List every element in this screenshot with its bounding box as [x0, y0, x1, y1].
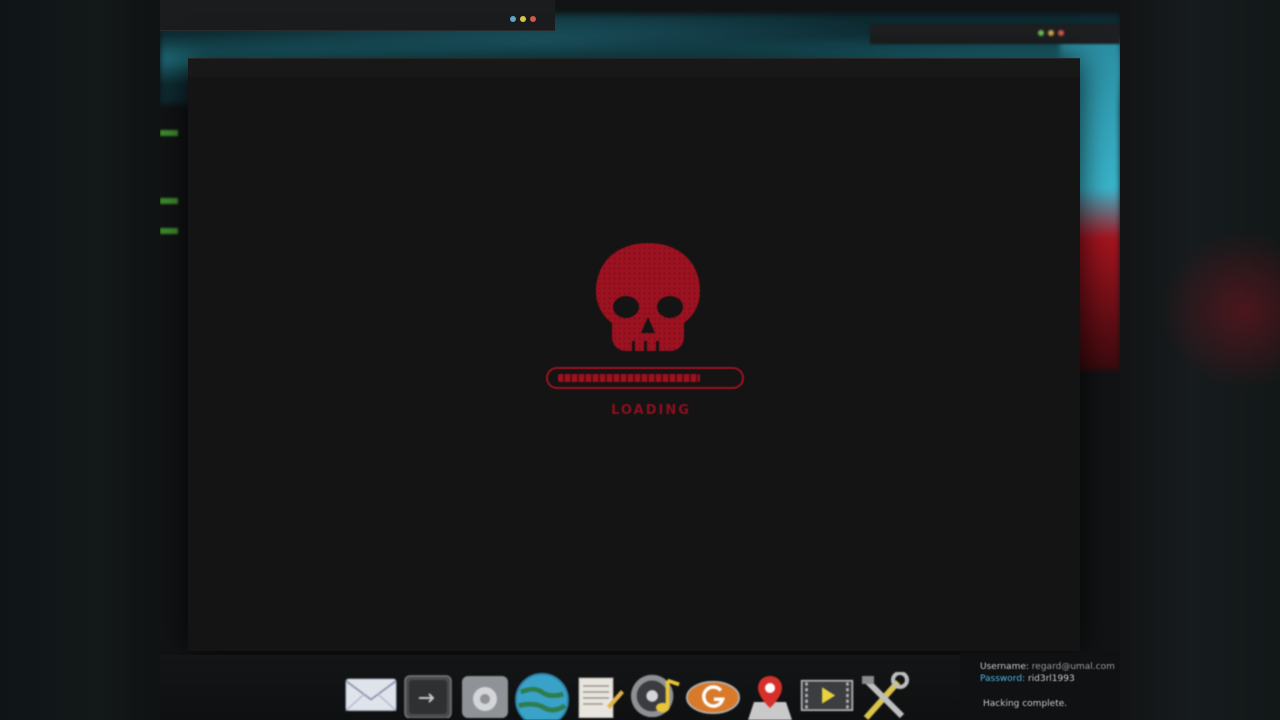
dock-item-settings[interactable]: [458, 672, 512, 720]
globe-icon: [515, 672, 569, 720]
progress-bar: [546, 367, 744, 389]
window-titlebar[interactable]: [188, 59, 1080, 77]
dock-item-browser[interactable]: [686, 672, 740, 720]
right-vignette: [1120, 0, 1280, 720]
username-row: Username: regard@umal.com: [980, 662, 1115, 672]
dock-item-music[interactable]: [629, 672, 683, 720]
video-player-icon: [800, 679, 854, 711]
window-controls-right[interactable]: [1038, 30, 1064, 36]
loading-label: LOADING: [611, 403, 691, 418]
left-vignette: [0, 0, 160, 720]
side-window-edge: [160, 130, 178, 136]
terminal-icon: [404, 675, 452, 718]
browser-g-icon: [686, 680, 740, 715]
dock-item-mail[interactable]: [344, 672, 398, 720]
dock-item-tools[interactable]: [857, 672, 911, 720]
side-window-edge: [160, 198, 178, 204]
skull-icon: [596, 243, 700, 353]
tools-icon: [862, 672, 909, 720]
username-label: Username:: [980, 662, 1029, 672]
dock-item-globe[interactable]: [515, 672, 569, 720]
dock-item-terminal[interactable]: [401, 672, 455, 720]
credentials-panel: Username: regard@umal.com Password: rid3…: [960, 652, 1120, 720]
settings-icon: [462, 676, 508, 718]
password-row: Password: rid3rl1993: [980, 674, 1075, 684]
background-window[interactable]: [160, 0, 555, 31]
progress-bar-fill: [558, 374, 700, 382]
notes-icon: [578, 677, 624, 718]
window-dot-yellow[interactable]: [520, 16, 526, 22]
desktop: LOADING Username: regard@umal.com Passwo…: [160, 0, 1120, 720]
loading-screen: LOADING: [546, 241, 756, 421]
window-dot-green[interactable]: [1038, 30, 1044, 36]
dock-item-notes[interactable]: [572, 672, 626, 720]
window-controls[interactable]: [510, 16, 536, 22]
password-label: Password:: [980, 674, 1026, 684]
music-icon: [630, 674, 680, 718]
dock-item-video-player[interactable]: [800, 672, 854, 720]
screen: LOADING Username: regard@umal.com Passwo…: [0, 0, 1280, 720]
background-window-right[interactable]: [870, 24, 1120, 44]
window-dot-red-2[interactable]: [1058, 30, 1064, 36]
side-window-edge: [160, 228, 178, 234]
loading-window: LOADING: [188, 58, 1080, 651]
app-dock: [344, 672, 911, 720]
window-dot-blue[interactable]: [510, 16, 516, 22]
window-dot-red[interactable]: [530, 16, 536, 22]
username-value: regard@umal.com: [1031, 662, 1115, 672]
window-dot-orange[interactable]: [1048, 30, 1054, 36]
mail-icon: [345, 678, 397, 712]
password-value: rid3rl1993: [1027, 674, 1075, 684]
maps-icon: [748, 676, 792, 720]
dock-item-maps[interactable]: [743, 672, 797, 720]
hacking-status: Hacking complete.: [983, 699, 1068, 709]
